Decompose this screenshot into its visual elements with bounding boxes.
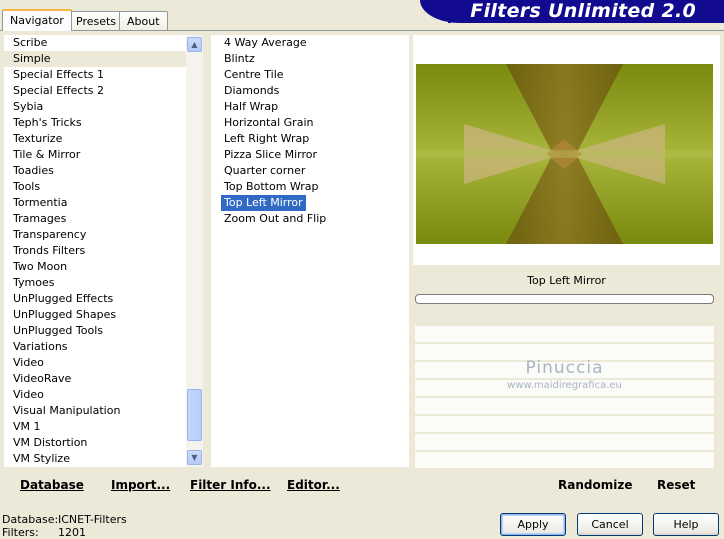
tab-navigator[interactable]: Navigator	[2, 9, 72, 31]
category-scrollbar[interactable]: ▲ ▼	[186, 35, 203, 467]
editor-label: Editor...	[287, 478, 340, 492]
reset-button[interactable]: Reset	[657, 477, 695, 493]
category-item[interactable]: Simple	[4, 51, 186, 67]
category-item[interactable]: Texturize	[4, 131, 186, 147]
category-item[interactable]: Tronds Filters	[4, 243, 186, 259]
parameter-row	[415, 416, 714, 432]
filter-item[interactable]: Half Wrap	[211, 99, 409, 115]
import-label: Import...	[111, 478, 171, 492]
database-label: Database	[20, 478, 84, 492]
title-banner: Filters Unlimited 2.0	[420, 0, 724, 23]
category-item[interactable]: Sybia	[4, 99, 186, 115]
selected-filter-label: Top Left Mirror	[527, 274, 606, 287]
category-item[interactable]: UnPlugged Shapes	[4, 307, 186, 323]
filter-item-label: Pizza Slice Mirror	[224, 148, 318, 161]
filters-count-label: Filters:	[2, 526, 39, 539]
filter-item-label: Blintz	[224, 52, 255, 65]
category-item[interactable]: VM Distortion	[4, 435, 186, 451]
watermark-url: www.maidiregrafica.eu	[507, 380, 622, 391]
category-list[interactable]: Scribe Simple Special Effects 1 Special Eff…	[4, 35, 186, 467]
filter-item[interactable]: Horizontal Grain	[211, 115, 409, 131]
filter-item[interactable]: Centre Tile	[211, 67, 409, 83]
import-button[interactable]: Import...	[111, 477, 170, 493]
category-item[interactable]: Tormentia	[4, 195, 186, 211]
filter-item[interactable]: Top Left Mirror	[211, 195, 409, 211]
filter-item[interactable]: Pizza Slice Mirror	[211, 147, 409, 163]
progress-bar	[415, 294, 714, 304]
category-item[interactable]: Tile & Mirror	[4, 147, 186, 163]
chevron-up-icon[interactable]: ▲	[187, 37, 202, 52]
filter-item-label: Top Left Mirror	[221, 195, 306, 211]
category-item[interactable]: Scribe	[4, 35, 186, 51]
filter-item-label: 4 Way Average	[224, 36, 307, 49]
preview-image	[416, 64, 713, 244]
filter-item-label: Half Wrap	[224, 100, 279, 113]
filter-info-button[interactable]: Filter Info...	[190, 477, 271, 493]
category-item[interactable]: VideoRave	[4, 371, 186, 387]
filter-item[interactable]: Top Bottom Wrap	[211, 179, 409, 195]
category-item[interactable]: Toadies	[4, 163, 186, 179]
category-item[interactable]: Tools	[4, 179, 186, 195]
category-item[interactable]: Two Moon	[4, 259, 186, 275]
filter-item-label: Zoom Out and Flip	[224, 212, 327, 225]
category-item[interactable]: VM 1	[4, 419, 186, 435]
category-item[interactable]: Video	[4, 387, 186, 403]
filter-item[interactable]: 4 Way Average	[211, 35, 409, 51]
category-item[interactable]: Special Effects 1	[4, 67, 186, 83]
filter-item[interactable]: Blintz	[211, 51, 409, 67]
parameter-row	[415, 398, 714, 414]
database-status-value: ICNET-Filters	[58, 513, 127, 526]
filters-count-value: 1201	[58, 526, 86, 539]
watermark-name: Pinuccia	[525, 358, 604, 378]
scroll-thumb[interactable]	[187, 389, 202, 441]
category-item[interactable]: Special Effects 2	[4, 83, 186, 99]
filter-list[interactable]: 4 Way Average Blintz Centre Tile Diamonds Ha…	[211, 35, 409, 467]
filter-item[interactable]: Zoom Out and Flip	[211, 211, 409, 227]
category-item[interactable]: VM Stylize	[4, 451, 186, 467]
tab-presets[interactable]: Presets	[68, 11, 125, 30]
preview-area	[413, 35, 720, 265]
category-item[interactable]: Tymoes	[4, 275, 186, 291]
parameter-row	[415, 452, 714, 468]
filter-item-label: Centre Tile	[224, 68, 284, 81]
filter-item-label: Quarter corner	[224, 164, 306, 177]
parameter-row	[415, 326, 714, 342]
filter-item[interactable]: Diamonds	[211, 83, 409, 99]
filter-item-label: Left Right Wrap	[224, 132, 310, 145]
database-button[interactable]: Database	[20, 477, 84, 493]
category-item[interactable]: Variations	[4, 339, 186, 355]
filter-item[interactable]: Quarter corner	[211, 163, 409, 179]
apply-button[interactable]: Apply	[500, 513, 566, 536]
tab-about[interactable]: About	[119, 11, 168, 30]
filter-item-label: Horizontal Grain	[224, 116, 314, 129]
filter-item-label: Diamonds	[224, 84, 280, 97]
parameter-row	[415, 434, 714, 450]
chevron-down-icon[interactable]: ▼	[187, 450, 202, 465]
filter-item-label: Top Bottom Wrap	[224, 180, 319, 193]
cancel-button[interactable]: Cancel	[577, 513, 643, 536]
database-status-label: Database:	[2, 513, 59, 526]
filter-info-label: Filter Info...	[190, 478, 271, 492]
randomize-button[interactable]: Randomize	[558, 477, 632, 493]
help-button[interactable]: Help	[653, 513, 719, 536]
category-item[interactable]: Visual Manipulation	[4, 403, 186, 419]
category-item[interactable]: UnPlugged Effects	[4, 291, 186, 307]
category-item[interactable]: UnPlugged Tools	[4, 323, 186, 339]
editor-button[interactable]: Editor...	[287, 477, 340, 493]
category-item[interactable]: Teph's Tricks	[4, 115, 186, 131]
filter-item[interactable]: Left Right Wrap	[211, 131, 409, 147]
category-item[interactable]: Tramages	[4, 211, 186, 227]
category-item[interactable]: Transparency	[4, 227, 186, 243]
category-item[interactable]: Video	[4, 355, 186, 371]
app-title: Filters Unlimited 2.0	[470, 0, 696, 22]
